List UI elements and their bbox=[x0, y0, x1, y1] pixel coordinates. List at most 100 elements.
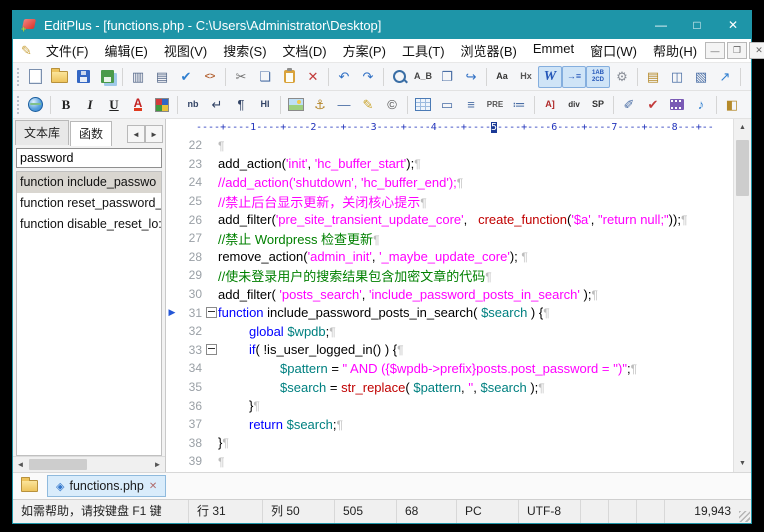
line-number[interactable]: 31 bbox=[178, 306, 205, 320]
form-field-button[interactable]: ◧ bbox=[720, 94, 744, 116]
spell-check-button[interactable]: ✔ bbox=[174, 66, 198, 88]
menu-视图v[interactable]: 视图(V) bbox=[156, 39, 215, 62]
menu-文件f[interactable]: 文件(F) bbox=[38, 39, 97, 62]
line-numbers-button[interactable]: 1AB 2CD bbox=[586, 66, 610, 88]
new-file-button[interactable] bbox=[23, 66, 47, 88]
editor-vscrollbar[interactable]: ▲ ▼ bbox=[733, 119, 751, 472]
code-line-35[interactable]: 35$search = str_replace( $pattern, '', $… bbox=[166, 378, 733, 397]
text-field-button[interactable]: ▭ bbox=[435, 94, 459, 116]
window-list-button[interactable]: ◫ bbox=[665, 66, 689, 88]
document-tab-functions-php[interactable]: ◈ functions.php ✕ bbox=[47, 475, 166, 497]
code-line-37[interactable]: 37return $search;¶ bbox=[166, 415, 733, 434]
print-button[interactable]: ▤ bbox=[150, 66, 174, 88]
browser-preview-button[interactable]: ▧ bbox=[689, 66, 713, 88]
menu-emmet[interactable]: Emmet bbox=[525, 39, 582, 62]
vscroll-up-icon[interactable]: ▲ bbox=[734, 119, 751, 136]
tab-cliptext[interactable]: 文本库 bbox=[15, 120, 69, 145]
insert-audio-button[interactable]: ♪ bbox=[689, 94, 713, 116]
underline-button[interactable]: U bbox=[102, 94, 126, 116]
cut-button[interactable]: ✂ bbox=[229, 66, 253, 88]
print-preview-button[interactable]: ▥ bbox=[126, 66, 150, 88]
paragraph-button[interactable]: ¶ bbox=[229, 94, 253, 116]
code-line-25[interactable]: 25//禁止后台显示更新，关闭核心提示¶ bbox=[166, 192, 733, 211]
insert-script-button[interactable]: ✐ bbox=[617, 94, 641, 116]
span-tag-button[interactable]: SP bbox=[586, 94, 610, 116]
line-number[interactable]: 37 bbox=[178, 417, 205, 431]
code-line-39[interactable]: 39¶ bbox=[166, 452, 733, 471]
line-number[interactable]: 33 bbox=[178, 343, 205, 357]
line-break-button[interactable]: ↵ bbox=[205, 94, 229, 116]
insert-table-button[interactable] bbox=[411, 94, 435, 116]
menu-文档d[interactable]: 文档(D) bbox=[275, 39, 335, 62]
nbsp-button[interactable]: nb bbox=[181, 94, 205, 116]
line-number[interactable]: 35 bbox=[178, 380, 205, 394]
code-line-34[interactable]: 34$pattern = " AND ({$wpdb->prefix}posts… bbox=[166, 359, 733, 378]
code-line-30[interactable]: 30add_filter( 'posts_search', 'include_p… bbox=[166, 285, 733, 304]
named-anchor-button[interactable]: A] bbox=[538, 94, 562, 116]
preferences-button[interactable]: ⚙ bbox=[610, 66, 634, 88]
editor-pane[interactable]: ----+----1----+----2----+----3----+----4… bbox=[166, 119, 733, 472]
fold-collapse-icon[interactable] bbox=[205, 307, 218, 318]
hex-viewer-button[interactable]: Hx bbox=[514, 66, 538, 88]
copy-button[interactable]: ❏ bbox=[253, 66, 277, 88]
view-in-browser-button[interactable]: ↗ bbox=[713, 66, 737, 88]
toolbar-grip[interactable] bbox=[17, 96, 19, 114]
menu-帮助h[interactable]: 帮助(H) bbox=[645, 39, 705, 62]
find-button[interactable] bbox=[387, 66, 411, 88]
tab-scroll-left-button[interactable]: ◄ bbox=[127, 125, 145, 143]
code-line-28[interactable]: 28remove_action('admin_init', '_maybe_up… bbox=[166, 248, 733, 267]
mdi-close-button[interactable]: ✕ bbox=[749, 42, 764, 59]
hscroll-right-icon[interactable]: ► bbox=[150, 457, 165, 472]
document-selector-button[interactable]: ▤ bbox=[641, 66, 665, 88]
redo-button[interactable]: ↷ bbox=[356, 66, 380, 88]
menu-搜索s[interactable]: 搜索(S) bbox=[215, 39, 274, 62]
menu-方案p[interactable]: 方案(P) bbox=[335, 39, 394, 62]
preformatted-button[interactable]: PRE bbox=[483, 94, 507, 116]
color-palette-button[interactable] bbox=[150, 94, 174, 116]
horizontal-rule-button[interactable]: — bbox=[332, 94, 356, 116]
menu-编辑e[interactable]: 编辑(E) bbox=[97, 39, 156, 62]
line-number[interactable]: 38 bbox=[178, 436, 205, 450]
line-number[interactable]: 39 bbox=[178, 454, 205, 468]
insert-image-button[interactable] bbox=[284, 94, 308, 116]
code-line-38[interactable]: 38}¶ bbox=[166, 434, 733, 453]
menu-窗口w[interactable]: 窗口(W) bbox=[582, 39, 645, 62]
menu-浏览器b[interactable]: 浏览器(B) bbox=[453, 39, 525, 62]
toolbar-grip[interactable] bbox=[17, 68, 19, 86]
line-number[interactable]: 25 bbox=[178, 194, 205, 208]
line-number[interactable]: 30 bbox=[178, 287, 205, 301]
insert-video-button[interactable] bbox=[665, 94, 689, 116]
replace-button[interactable]: A_B bbox=[411, 66, 435, 88]
center-text-button[interactable]: ≡ bbox=[459, 94, 483, 116]
html-code-button[interactable]: <> bbox=[198, 66, 222, 88]
anchor-button[interactable]: ⚓ bbox=[308, 94, 332, 116]
code-line-24[interactable]: 24//add_action('shutdown', 'hc_buffer_en… bbox=[166, 173, 733, 192]
line-number[interactable]: 23 bbox=[178, 157, 205, 171]
menu-工具t[interactable]: 工具(T) bbox=[394, 39, 453, 62]
font-color-button[interactable]: A bbox=[126, 94, 150, 116]
function-list-item[interactable]: function reset_password_ bbox=[17, 193, 161, 214]
word-wrap-button[interactable]: W bbox=[538, 66, 562, 88]
line-number[interactable]: 29 bbox=[178, 268, 205, 282]
vscroll-down-icon[interactable]: ▼ bbox=[734, 455, 751, 472]
form-radio-button[interactable]: ◎ bbox=[744, 94, 751, 116]
code-area[interactable]: 22¶23add_action('init', 'hc_buffer_start… bbox=[166, 136, 733, 472]
resize-grip[interactable] bbox=[739, 511, 750, 522]
sidebar-hscrollbar[interactable]: ◄ ► bbox=[13, 456, 165, 472]
fold-collapse-icon[interactable] bbox=[205, 344, 218, 355]
code-line-33[interactable]: 33if( !is_user_logged_in() ) {¶ bbox=[166, 341, 733, 360]
document-icon[interactable]: ✎ bbox=[21, 43, 32, 59]
code-line-22[interactable]: 22¶ bbox=[166, 136, 733, 155]
context-help-button[interactable]: ? bbox=[744, 66, 751, 88]
paste-button[interactable] bbox=[277, 66, 301, 88]
undo-button[interactable]: ↶ bbox=[332, 66, 356, 88]
browser-button[interactable] bbox=[23, 94, 47, 116]
bold-button[interactable]: B bbox=[54, 94, 78, 116]
maximize-button[interactable]: □ bbox=[679, 11, 715, 39]
line-number[interactable]: 28 bbox=[178, 250, 205, 264]
code-line-26[interactable]: 26add_filter('pre_site_transient_update_… bbox=[166, 210, 733, 229]
find-in-files-button[interactable]: ❐ bbox=[435, 66, 459, 88]
hscroll-thumb[interactable] bbox=[29, 459, 87, 470]
code-line-36[interactable]: 36}¶ bbox=[166, 396, 733, 415]
line-number[interactable]: 27 bbox=[178, 231, 205, 245]
